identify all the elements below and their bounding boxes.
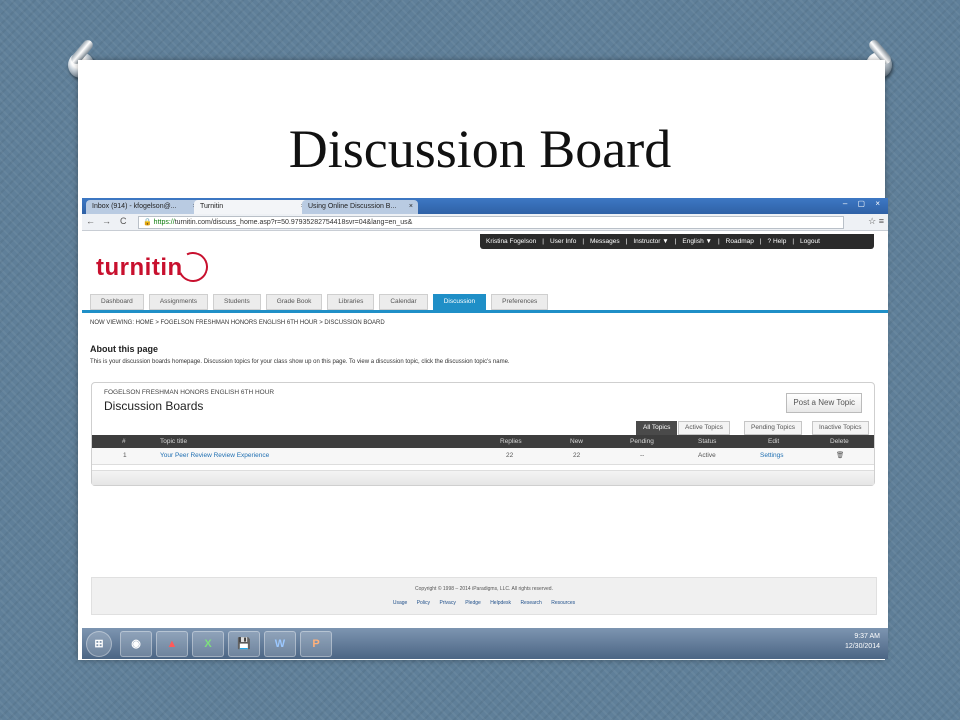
footer-link-privacy-pledge[interactable]: Privacy Pledge: [439, 600, 480, 606]
top-menu-list: Kristina Fogelson | User Info | Messages | Ins…: [480, 234, 874, 249]
menu-divider: |: [717, 238, 720, 245]
tab-rule: [82, 310, 888, 313]
footer-link-helpdesk[interactable]: Helpdesk: [490, 600, 511, 606]
top-menu-item[interactable]: Instructor ▼: [633, 234, 668, 249]
top-menu-item[interactable]: English ▼: [682, 234, 712, 249]
col-edit: Edit: [768, 438, 780, 445]
menu-divider: |: [582, 238, 585, 245]
word-icon[interactable]: W: [264, 631, 296, 657]
filter-pending-topics[interactable]: Pending Topics: [744, 421, 802, 435]
row-new: 22: [573, 452, 581, 459]
row-pending: --: [640, 452, 645, 459]
col-topic-title: Topic title: [160, 438, 188, 445]
settings-link[interactable]: Settings: [760, 448, 784, 464]
turnitin-top-menu: Kristina Fogelson | User Info | Messages | Ins…: [480, 234, 874, 249]
url-field[interactable]: 🔒 https://turnitin.com/discuss_home.asp?…: [138, 216, 844, 229]
reload-icon[interactable]: C: [120, 216, 127, 226]
star-menu-icon[interactable]: ☆ ≡: [868, 216, 884, 227]
page-footer: Copyright © 1998 – 2014 iParadigms, LLC.…: [91, 577, 877, 615]
url-text: turnitin.com/discuss_home.asp?r=50.97935…: [174, 219, 413, 226]
col-status: Status: [698, 438, 717, 445]
browser-tabstrip: Inbox (914) - kfogelson@... × Turnitin ×…: [82, 198, 888, 214]
clock-time: 9:37 AM: [854, 633, 880, 640]
col-pending: Pending: [630, 438, 654, 445]
col-delete: Delete: [830, 438, 849, 445]
menu-divider: |: [625, 238, 628, 245]
window-controls[interactable]: – ▢ ×: [843, 199, 884, 208]
url-scheme: https://: [153, 219, 175, 226]
filter-active-topics[interactable]: Active Topics: [678, 421, 730, 435]
tab-dashboard[interactable]: Dashboard: [90, 294, 144, 310]
menu-divider: |: [674, 238, 677, 245]
tab-grade-book[interactable]: Grade Book: [265, 294, 323, 310]
browser-tab-label: Turnitin: [200, 203, 224, 210]
turnitin-logo[interactable]: turnitin: [96, 254, 183, 282]
tab-discussion[interactable]: Discussion: [432, 294, 487, 310]
filter-all-topics[interactable]: All Topics: [636, 421, 678, 435]
address-bar: ← → C 🔒 https://turnitin.com/discuss_hom…: [82, 214, 888, 231]
table-header: # Topic title Replies New Pending Status…: [92, 435, 874, 448]
top-menu-item[interactable]: Roadmap: [726, 234, 754, 249]
tab-libraries[interactable]: Libraries: [327, 294, 375, 310]
top-menu-item[interactable]: Logout: [800, 234, 820, 249]
browser-tab-inbox[interactable]: Inbox (914) - kfogelson@... ×: [86, 200, 202, 214]
footer-links: Usage Policy Privacy Pledge Helpdesk Res…: [92, 600, 876, 606]
table-row: 1 Your Peer Review Review Experience 22 …: [92, 448, 874, 465]
tab-calendar[interactable]: Calendar: [379, 294, 428, 310]
footer-link-research-resources[interactable]: Research Resources: [520, 600, 575, 606]
browser-tab-turnitin[interactable]: Turnitin ×: [194, 200, 310, 214]
start-button-icon[interactable]: ⊞: [86, 631, 112, 657]
top-menu-item[interactable]: Messages: [590, 234, 620, 249]
acrobat-icon[interactable]: ▲: [156, 631, 188, 657]
menu-divider: |: [759, 238, 762, 245]
top-menu-item[interactable]: User Info: [550, 234, 576, 249]
close-icon[interactable]: ×: [409, 200, 413, 214]
tab-students[interactable]: Students: [213, 294, 261, 310]
browser-tab-label: Inbox (914) - kfogelson@...: [92, 203, 177, 210]
footer-link-usage-policy[interactable]: Usage Policy: [393, 600, 430, 606]
save-disk-icon[interactable]: 💾: [228, 631, 260, 657]
main-tabs: Dashboard Assignments Students Grade Book Li…: [90, 294, 549, 310]
col-replies: Replies: [500, 438, 522, 445]
back-icon[interactable]: ←: [86, 216, 95, 226]
browser-tab-online-discussion[interactable]: Using Online Discussion B... ×: [302, 200, 418, 214]
lock-icon: 🔒: [143, 219, 152, 226]
breadcrumb: NOW VIEWING: HOME > FOGELSON FRESHMAN HO…: [90, 320, 385, 326]
row-status: Active: [698, 452, 716, 459]
col-number: #: [122, 438, 126, 445]
top-menu-item[interactable]: Kristina Fogelson: [486, 234, 536, 249]
tab-assignments[interactable]: Assignments: [148, 294, 209, 310]
top-menu-item[interactable]: ? Help: [768, 234, 787, 249]
slide-title: Discussion Board: [288, 119, 672, 179]
chrome-icon[interactable]: ◉: [120, 631, 152, 657]
windows-taskbar: ⊞ ◉ ▲ X 💾 W P 9:37 AM 12/30/2014: [82, 628, 888, 659]
panel-footer: [92, 470, 874, 485]
post-new-topic-button[interactable]: Post a New Topic: [786, 393, 862, 413]
tab-preferences[interactable]: Preferences: [491, 294, 549, 310]
excel-icon[interactable]: X: [192, 631, 224, 657]
panel-title: Discussion Boards: [104, 399, 204, 413]
menu-divider: |: [542, 238, 544, 245]
trash-icon[interactable]: 🗑: [836, 448, 844, 464]
row-replies: 22: [506, 452, 514, 459]
powerpoint-icon[interactable]: P: [300, 631, 332, 657]
forward-icon[interactable]: →: [102, 216, 111, 226]
browser-window: Inbox (914) - kfogelson@... × Turnitin ×…: [82, 198, 888, 659]
topic-title-link[interactable]: Your Peer Review Review Experience: [160, 448, 269, 464]
about-text: This is your discussion boards homepage.…: [90, 359, 510, 365]
browser-tab-label: Using Online Discussion B...: [308, 203, 397, 210]
clock-date: 12/30/2014: [844, 643, 880, 650]
menu-divider: |: [792, 238, 795, 245]
col-new: New: [570, 438, 584, 445]
about-heading: About this page: [90, 344, 158, 354]
discussion-boards-panel: FOGELSON FRESHMAN HONORS ENGLISH 6TH HOU…: [91, 382, 875, 486]
class-name: FOGELSON FRESHMAN HONORS ENGLISH 6TH HOU…: [104, 389, 275, 396]
row-number: 1: [123, 452, 127, 459]
system-tray-clock[interactable]: 9:37 AM 12/30/2014: [845, 632, 880, 652]
copyright-text: Copyright © 1998 – 2014 iParadigms, LLC.…: [415, 586, 553, 592]
filter-inactive-topics[interactable]: Inactive Topics: [812, 421, 869, 435]
